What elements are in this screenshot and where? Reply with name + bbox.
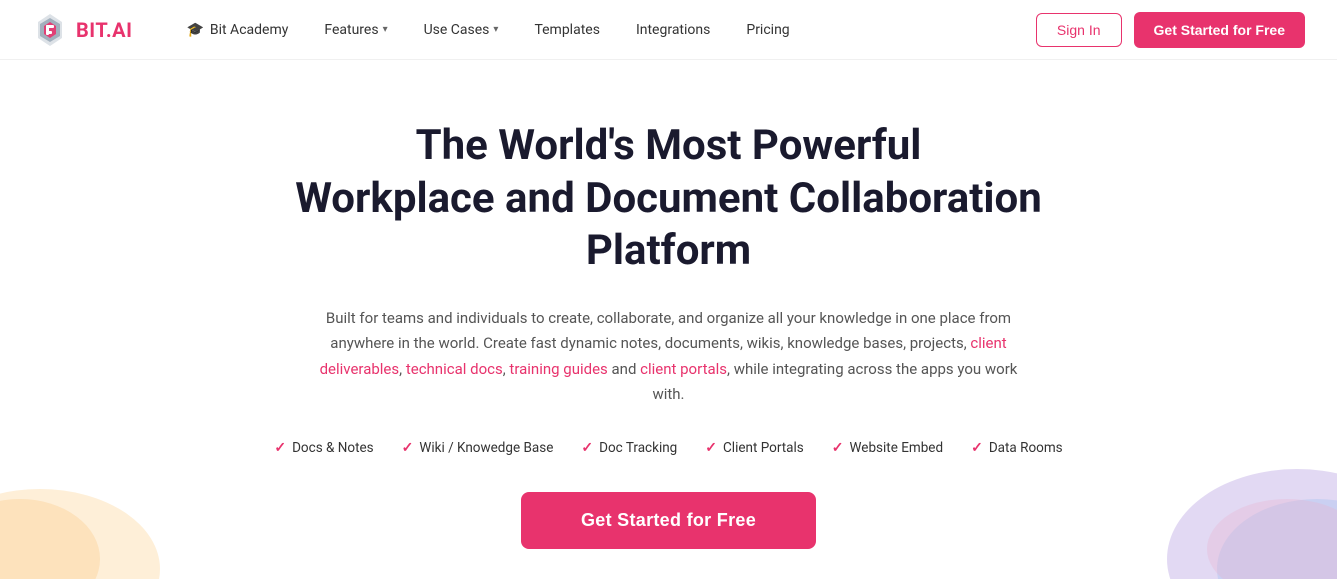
nav-bit-academy[interactable]: 🎓 Bit Academy [172,14,302,46]
nav-actions: Sign In Get Started for Free [1036,12,1305,48]
get-started-hero-button[interactable]: Get Started for Free [521,492,816,549]
hero-subtitle: Built for teams and individuals to creat… [309,306,1029,408]
check-icon: ✓ [705,440,717,456]
feature-docs-notes: ✓ Docs & Notes [274,440,373,456]
nav-templates-label: Templates [534,22,600,38]
decorative-blob-right [1137,449,1337,579]
logo[interactable]: BIT.AI [32,12,132,48]
chevron-down-icon: ▾ [383,24,388,35]
check-icon: ✓ [402,440,414,456]
feature-website-embed: ✓ Website Embed [832,440,943,456]
hero-title: The World's Most Powerful Workplace and … [219,120,1119,278]
academy-icon: 🎓 [186,22,203,38]
feature-doc-tracking: ✓ Doc Tracking [581,440,677,456]
nav-templates[interactable]: Templates [520,14,614,46]
get-started-nav-button[interactable]: Get Started for Free [1134,12,1305,48]
decorative-blob-left [0,449,180,579]
nav-features-label: Features [324,22,378,38]
nav-integrations[interactable]: Integrations [622,14,724,46]
feature-client-portals: ✓ Client Portals [705,440,804,456]
check-icon: ✓ [832,440,844,456]
check-icon: ✓ [274,440,286,456]
technical-docs-link[interactable]: technical docs [406,360,503,378]
nav-bit-academy-label: Bit Academy [210,22,288,38]
feature-wiki-label: Wiki / Knowedge Base [419,440,553,456]
check-icon: ✓ [971,440,983,456]
nav-features[interactable]: Features ▾ [310,14,401,46]
signin-button[interactable]: Sign In [1036,13,1122,47]
nav-pricing[interactable]: Pricing [732,14,803,46]
check-icon: ✓ [581,440,593,456]
feature-doc-tracking-label: Doc Tracking [599,440,677,456]
training-guides-link[interactable]: training guides [509,360,607,378]
nav-use-cases[interactable]: Use Cases ▾ [410,14,513,46]
feature-client-portals-label: Client Portals [723,440,804,456]
features-list: ✓ Docs & Notes ✓ Wiki / Knowedge Base ✓ … [274,440,1062,456]
hero-section: The World's Most Powerful Workplace and … [0,60,1337,579]
feature-docs-notes-label: Docs & Notes [292,440,374,456]
nav-use-cases-label: Use Cases [424,22,490,38]
navbar: BIT.AI 🎓 Bit Academy Features ▾ Use Case… [0,0,1337,60]
feature-data-rooms: ✓ Data Rooms [971,440,1063,456]
nav-pricing-label: Pricing [746,22,789,38]
feature-wiki: ✓ Wiki / Knowedge Base [402,440,554,456]
nav-links: 🎓 Bit Academy Features ▾ Use Cases ▾ Tem… [172,14,1035,46]
chevron-down-icon: ▾ [493,24,498,35]
feature-data-rooms-label: Data Rooms [989,440,1063,456]
feature-website-embed-label: Website Embed [850,440,944,456]
client-portals-link[interactable]: client portals [640,360,727,378]
logo-text: BIT.AI [76,18,132,42]
nav-integrations-label: Integrations [636,22,710,38]
